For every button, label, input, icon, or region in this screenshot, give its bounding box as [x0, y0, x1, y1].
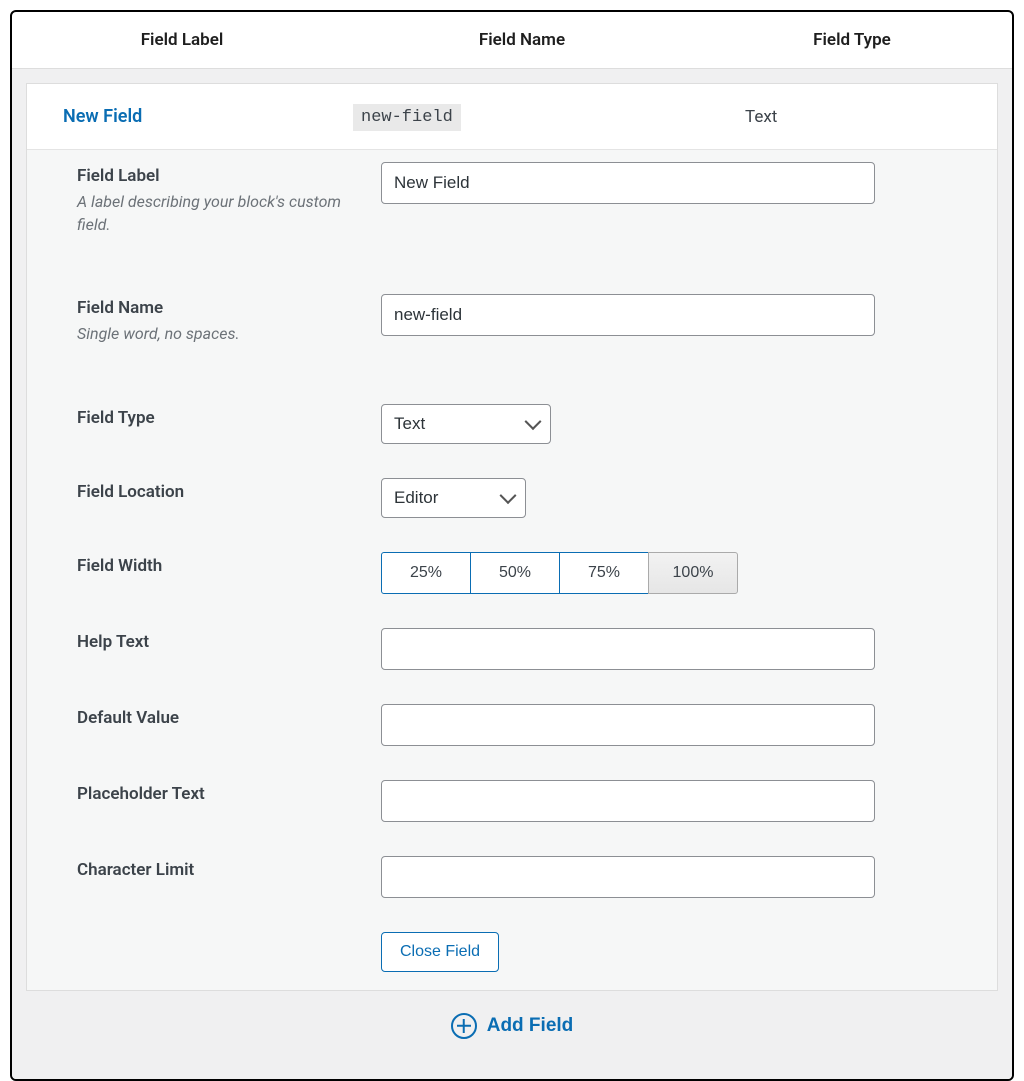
label-field-location: Field Location [77, 482, 363, 502]
summary-field-label: New Field [27, 106, 353, 127]
field-summary-row[interactable]: New Field new-field Text [27, 84, 997, 149]
field-editor-panel: Field Label Field Name Field Type New Fi… [10, 10, 1014, 1081]
add-field-label: Add Field [487, 1015, 574, 1037]
width-100[interactable]: 100% [648, 552, 738, 594]
select-field-type[interactable]: Text [381, 404, 551, 444]
label-field-label: Field Label [77, 166, 363, 186]
field-width-group: 25% 50% 75% 100% [381, 552, 738, 594]
row-default-value: Default Value [27, 692, 997, 746]
summary-field-name: new-field [353, 106, 679, 127]
label-field-name: Field Name [77, 298, 363, 318]
header-field-label: Field Label [12, 30, 352, 50]
header-field-name: Field Name [352, 30, 692, 50]
row-character-limit: Character Limit [27, 844, 997, 898]
row-field-location: Field Location Editor [27, 466, 997, 518]
row-field-type: Field Type Text [27, 392, 997, 444]
summary-field-type: Text [679, 107, 997, 127]
width-75[interactable]: 75% [559, 552, 649, 594]
columns-header: Field Label Field Name Field Type [12, 12, 1012, 69]
label-default-value: Default Value [77, 708, 363, 728]
input-help-text[interactable] [381, 628, 875, 670]
input-character-limit[interactable] [381, 856, 875, 898]
label-field-width: Field Width [77, 556, 363, 576]
row-close-field: Close Field [27, 920, 997, 972]
input-placeholder-text[interactable] [381, 780, 875, 822]
label-field-type: Field Type [77, 408, 363, 428]
add-field-button[interactable]: Add Field [451, 1013, 574, 1039]
label-placeholder-text: Placeholder Text [77, 784, 363, 804]
close-field-button[interactable]: Close Field [381, 932, 499, 972]
width-25[interactable]: 25% [381, 552, 471, 594]
select-field-location[interactable]: Editor [381, 478, 526, 518]
row-placeholder-text: Placeholder Text [27, 768, 997, 822]
row-field-name: Field Name Single word, no spaces. [27, 282, 997, 345]
row-field-width: Field Width 25% 50% 75% 100% [27, 540, 997, 594]
footer: Add Field [26, 991, 998, 1065]
input-default-value[interactable] [381, 704, 875, 746]
body-wrap: New Field new-field Text Field Label A l… [12, 69, 1012, 1079]
field-details: Field Label A label describing your bloc… [27, 149, 997, 990]
header-field-type: Field Type [692, 30, 1012, 50]
width-50[interactable]: 50% [470, 552, 560, 594]
input-field-label[interactable] [381, 162, 875, 204]
desc-field-label: A label describing your block's custom f… [77, 190, 363, 236]
row-help-text: Help Text [27, 616, 997, 670]
desc-field-name: Single word, no spaces. [77, 322, 363, 345]
input-field-name[interactable] [381, 294, 875, 336]
row-field-label: Field Label A label describing your bloc… [27, 150, 997, 236]
field-card: New Field new-field Text Field Label A l… [26, 83, 998, 991]
label-character-limit: Character Limit [77, 860, 363, 880]
label-help-text: Help Text [77, 632, 363, 652]
plus-circle-icon [451, 1013, 477, 1039]
summary-name-code: new-field [353, 104, 461, 131]
